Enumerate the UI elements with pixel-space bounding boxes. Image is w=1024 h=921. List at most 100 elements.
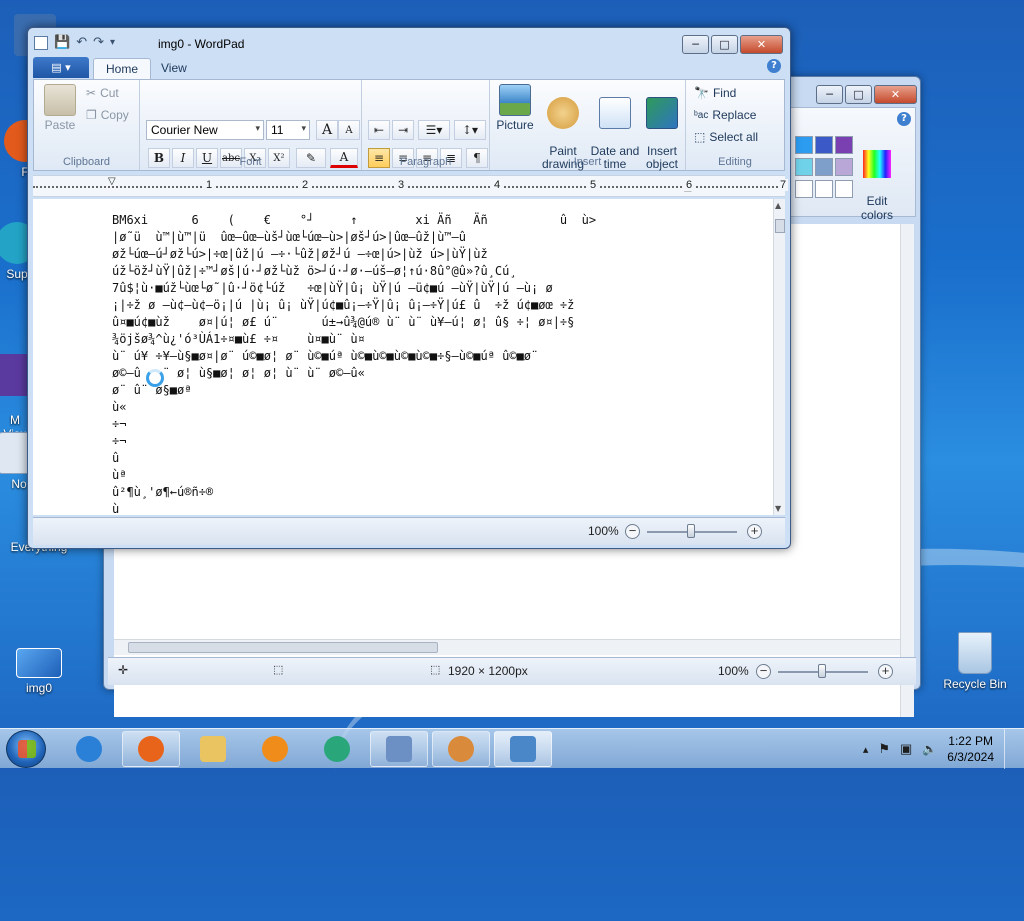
find-button[interactable]: 🔭 Find [694,86,736,100]
paint-vertical-scrollbar[interactable] [900,224,914,717]
tab-view[interactable]: View [149,58,199,79]
font-size-value: 11 [271,123,284,137]
color-swatch[interactable] [815,158,833,176]
scroll-down-icon[interactable]: ▼ [775,504,781,513]
volume-muted-icon[interactable]: 🔈 [922,742,937,756]
file-menu-button[interactable]: ▤ ▾ [33,57,89,78]
image-size-icon: ⬚ [430,664,441,676]
scroll-thumb[interactable] [775,219,785,233]
ruler-number: 3 [396,179,407,191]
paint-horizontal-scrollbar[interactable] [114,639,900,655]
color-swatch[interactable] [815,180,833,198]
tab-home[interactable]: Home [93,58,152,79]
document-vertical-scrollbar[interactable]: ▲ ▼ [773,199,785,515]
font-family-select[interactable]: Courier New ▾ [146,120,264,140]
taskbar-control-panel[interactable] [370,731,428,767]
font-group-label: Font [239,156,262,168]
taskbar-internet-explorer[interactable] [60,731,118,767]
document-line: ¾öjšø¾^ù¿'ó³ÙÁ1÷¤■ù£ ÷¤ ù¤■ù¨ ù¤ [112,332,365,346]
paragraph-group: ⇤ ⇥ ☰▾ ↕▾ ≡ ≡ ≡ ≣ ¶ Paragraph [362,80,490,170]
paint-zoom-slider[interactable] [818,664,826,678]
clipboard-group: Paste ✂ Cut ❐ Copy Clipboard [34,80,140,170]
copy-button[interactable]: ❐ Copy [86,108,129,122]
clock[interactable]: 1:22 PM 6/3/2024 [947,733,994,765]
color-swatch[interactable] [835,136,853,154]
zoom-slider[interactable] [687,524,695,538]
insert-picture-button[interactable]: Picture [494,84,536,132]
paint-zoom-level: 100% [718,664,749,678]
wordpad-window-controls: ─ □ ✕ [682,35,783,54]
desktop-icon-recycle-bin[interactable]: Recycle Bin [938,632,1012,691]
customize-qat-icon[interactable]: ▾ [110,37,115,48]
action-center-flag-icon[interactable]: ⚑ [878,741,890,757]
color-swatch[interactable] [815,136,833,154]
help-icon[interactable]: ? [767,59,781,73]
paint-scroll-thumb[interactable] [128,642,438,653]
internet-explorer-icon [76,736,102,762]
close-button[interactable]: ✕ [740,35,783,54]
ruler-ticks [33,186,785,188]
taskbar-wordpad[interactable] [494,731,552,767]
document-line: û¤■ú¢■ùž ø¤|ú¦ ø£ ú¨ ú±→û¾@ú® ù¨ ù¨ ù¥—ú… [112,315,575,329]
cut-button[interactable]: ✂ Cut [86,86,119,100]
taskbar-file-explorer[interactable] [184,731,242,767]
select-all-button[interactable]: ⬚ Select all [694,130,758,144]
insert-group: Picture Paint drawing Date and time Inse… [490,80,686,171]
start-button[interactable] [6,730,46,768]
save-icon[interactable]: 💾 [54,35,70,50]
ruler-number: 5 [588,179,599,191]
document-line: ÷¬ [112,434,127,448]
minimize-button[interactable]: ─ [682,35,709,54]
show-hidden-icons-icon[interactable]: ▴ [863,743,869,756]
ribbon-home: Paste ✂ Cut ❐ Copy Clipboard Courier New… [33,79,785,171]
undo-icon[interactable]: ↶ [76,35,87,50]
taskbar-paint[interactable] [432,731,490,767]
show-desktop-button[interactable] [1004,729,1016,769]
grow-font-button[interactable]: A [316,120,338,140]
bullets-button[interactable]: ☰▾ [418,120,450,140]
increase-indent-button[interactable]: ⇥ [392,120,414,140]
taskbar-green-app[interactable] [308,731,366,767]
wordpad-window[interactable]: 💾 ↶ ↷ ▾ img0 - WordPad ─ □ ✕ ▤ ▾ Home Vi… [27,27,791,549]
paint-minimize-button[interactable]: ─ [816,85,843,104]
color-swatch[interactable] [795,180,813,198]
left-indent-marker[interactable]: ▽ [108,176,116,187]
paste-button[interactable]: Paste [40,84,80,132]
network-icon[interactable]: ▣ [900,741,912,757]
taskbar-media-player[interactable] [246,731,304,767]
scroll-up-icon[interactable]: ▲ [775,201,781,210]
move-cursor-icon: ✛ [118,663,129,677]
paint-zoom-in-button[interactable]: + [878,664,893,679]
document-line: ÷¬ [112,417,127,431]
color-swatch[interactable] [795,136,813,154]
paint-help-icon[interactable]: ? [897,112,911,126]
taskbar-firefox[interactable] [122,731,180,767]
ruler-number: 1 [204,179,215,191]
decrease-indent-button[interactable]: ⇤ [368,120,390,140]
maximize-button[interactable]: □ [711,35,738,54]
folder-icon [200,736,226,762]
edit-colors-button[interactable]: Edit colors [857,136,897,222]
calendar-clock-icon [599,97,631,129]
font-size-select[interactable]: 11 ▾ [266,120,310,140]
document-area[interactable]: BM6xi 6 ( € °┘ ↑ xi Äñ Äñ û ù> |ø˜ü ù™|ù… [33,199,773,515]
paint-close-button[interactable]: ✕ [874,85,917,104]
wordpad-title-bar[interactable]: 💾 ↶ ↷ ▾ img0 - WordPad ─ □ ✕ [28,28,790,58]
desktop-icon-label: Sup [6,267,28,281]
zoom-out-button[interactable]: − [625,524,640,539]
shrink-font-button[interactable]: A [338,120,360,140]
zoom-in-button[interactable]: + [747,524,762,539]
desktop-icon-img0[interactable]: img0 [2,648,76,695]
desktop-icon-label: img0 [25,681,52,695]
ruler[interactable]: ▽ △ 1 2 3 4 5 6 7 [33,175,789,197]
replace-button[interactable]: ᵇac Replace [694,108,756,122]
ruler-number: 6 [684,179,695,191]
color-swatch[interactable] [835,180,853,198]
redo-icon[interactable]: ↷ [93,35,104,50]
color-swatch[interactable] [835,158,853,176]
ruler-number: 4 [492,179,503,191]
line-spacing-button[interactable]: ↕▾ [454,120,486,140]
color-swatch[interactable] [795,158,813,176]
paint-maximize-button[interactable]: □ [845,85,872,104]
paint-zoom-out-button[interactable]: − [756,664,771,679]
